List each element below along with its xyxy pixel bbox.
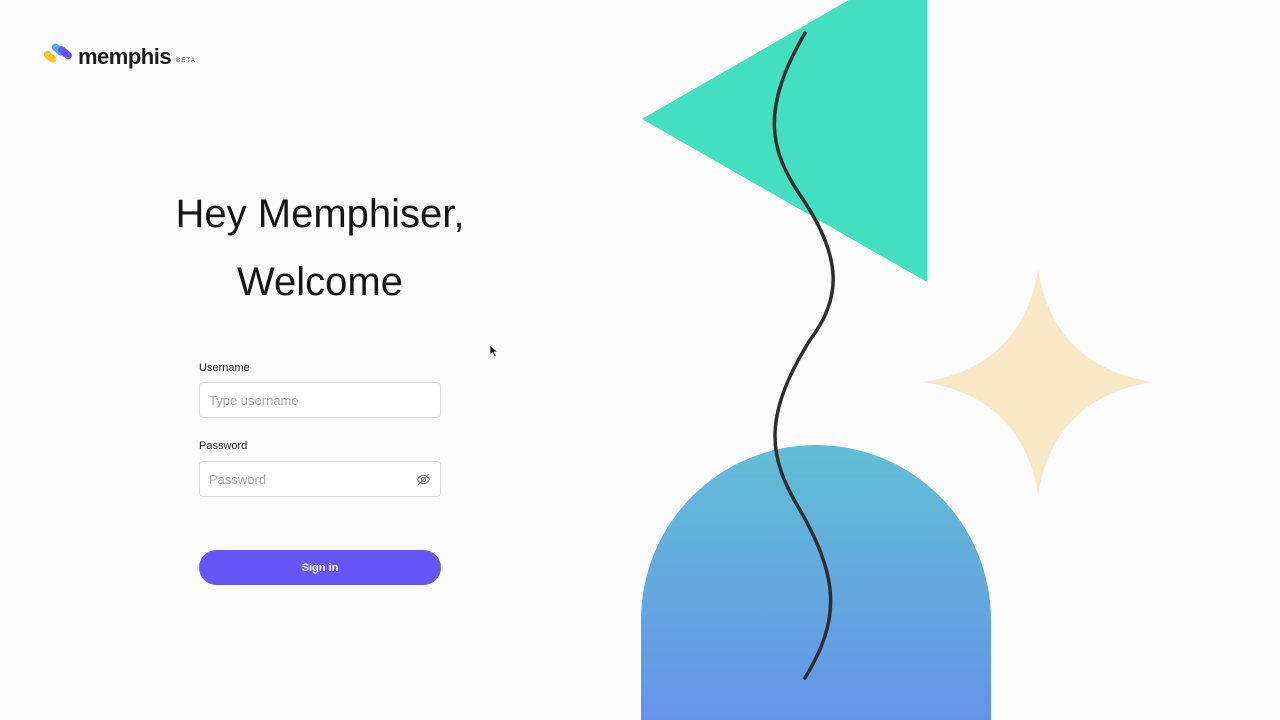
decorative-artwork [641,0,1152,720]
brand-logo[interactable]: memphis BETA [41,40,196,68]
memphis-logo-icon [43,43,73,63]
username-field-box [199,382,441,418]
sign-in-button[interactable]: Sign in [199,550,441,585]
eye-off-icon[interactable] [416,472,431,487]
welcome-heading-line2: Welcome [237,260,403,304]
blue-arch-shape [641,445,991,720]
username-label: Username [199,362,250,374]
mouse-cursor-icon [489,344,499,358]
sparkle-star-shape [924,270,1152,494]
password-input[interactable] [200,462,440,496]
beta-badge: BETA [176,58,197,64]
teal-triangle-shape [642,0,927,282]
brand-name: memphis [78,44,172,69]
password-label: Password [199,440,248,452]
password-field-box [199,461,441,497]
login-page: memphis BETA Hey Memphiser, Welcome User… [0,0,1280,720]
username-input[interactable] [200,383,440,417]
welcome-heading-line1: Hey Memphiser, [175,192,465,236]
